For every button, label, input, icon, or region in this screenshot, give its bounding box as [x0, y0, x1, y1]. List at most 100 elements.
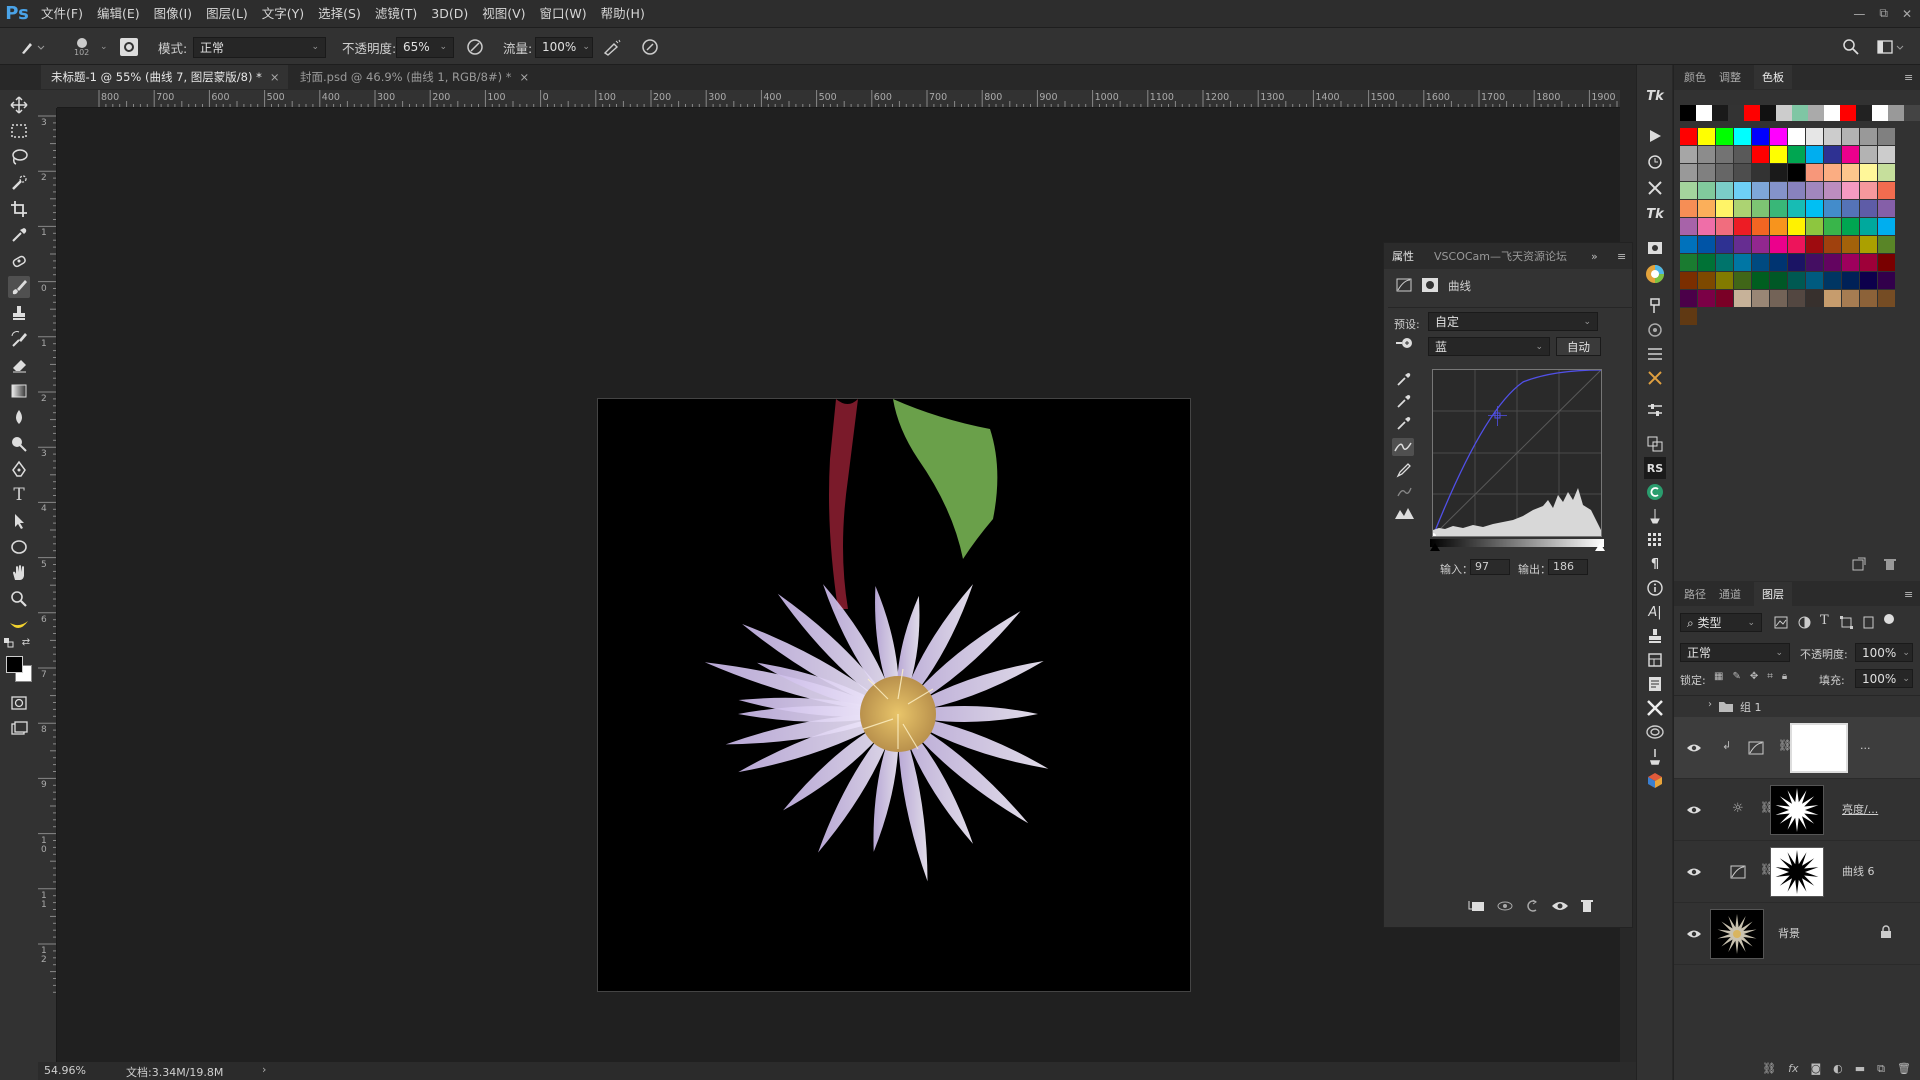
color-swatch[interactable] — [1712, 105, 1728, 121]
color-swatch[interactable] — [1770, 272, 1787, 289]
color-swatch[interactable] — [1752, 164, 1769, 181]
tab-properties[interactable]: 属性 — [1392, 243, 1414, 269]
color-swatch[interactable] — [1752, 218, 1769, 235]
layer-group-row[interactable]: › 组 1 — [1674, 695, 1920, 717]
clip-to-layer-icon[interactable] — [1468, 899, 1486, 916]
flow-input[interactable]: 100% ⌄ — [535, 36, 593, 58]
color-swatch[interactable] — [1860, 218, 1877, 235]
opacity-input[interactable]: 65% ⌄ — [396, 36, 454, 58]
color-swatch[interactable] — [1698, 290, 1715, 307]
color-swatch[interactable] — [1842, 290, 1859, 307]
color-swatch[interactable] — [1716, 146, 1733, 163]
color-swatch[interactable] — [1716, 290, 1733, 307]
ellipse-tool-icon[interactable] — [8, 536, 30, 558]
color-swatch[interactable] — [1788, 254, 1805, 271]
plugin-camera-icon[interactable] — [1644, 319, 1666, 341]
rs-plugin-icon[interactable]: RS — [1644, 457, 1666, 479]
color-swatch[interactable] — [1842, 128, 1859, 145]
document-canvas[interactable] — [597, 398, 1191, 992]
filter-type-icon[interactable]: T — [1820, 613, 1829, 628]
plugin-grid-icon[interactable] — [1644, 343, 1666, 365]
lock-pixels-brush-icon[interactable]: ✎ — [1732, 671, 1740, 682]
visibility-eye-icon[interactable] — [1686, 864, 1702, 880]
color-swatch[interactable] — [1860, 254, 1877, 271]
color-swatch[interactable] — [1788, 146, 1805, 163]
color-swatch[interactable] — [1770, 182, 1787, 199]
menu-window[interactable]: 窗口(W) — [533, 0, 594, 27]
color-swatch[interactable] — [1680, 254, 1697, 271]
mode-dropdown[interactable]: 正常 ⌄ — [193, 36, 326, 58]
color-swatch[interactable] — [1824, 105, 1840, 121]
layer-row-background[interactable]: 背景 — [1674, 903, 1920, 965]
black-input-slider[interactable] — [1430, 543, 1440, 551]
color-swatch[interactable] — [1734, 128, 1751, 145]
healing-brush-tool-icon[interactable] — [8, 250, 30, 272]
color-swatch[interactable] — [1734, 254, 1751, 271]
color-swatch[interactable] — [1824, 200, 1841, 217]
color-swatch[interactable] — [1860, 146, 1877, 163]
color-swatch[interactable] — [1842, 236, 1859, 253]
color-swatch[interactable] — [1770, 218, 1787, 235]
tab-color[interactable]: 颜色 — [1684, 65, 1706, 89]
tab-channels[interactable]: 通道 — [1719, 582, 1741, 606]
input-field[interactable]: 97 — [1470, 559, 1510, 575]
close-button[interactable]: ✕ — [1902, 7, 1912, 21]
chevron-right-icon[interactable]: › — [1708, 699, 1712, 710]
color-swatch[interactable] — [1698, 128, 1715, 145]
color-swatch[interactable] — [1770, 164, 1787, 181]
delete-adjustment-trash-icon[interactable] — [1580, 898, 1594, 916]
new-swatch-icon[interactable] — [1852, 557, 1866, 574]
color-swatch[interactable] — [1680, 164, 1697, 181]
color-swatch[interactable] — [1842, 164, 1859, 181]
filter-toggle-switch[interactable] — [1884, 614, 1894, 624]
color-swatch[interactable] — [1716, 254, 1733, 271]
color-swatch[interactable] — [1788, 272, 1805, 289]
minimize-button[interactable]: — — [1853, 7, 1865, 21]
color-swatch[interactable] — [1872, 105, 1888, 121]
clone-stamp-tool-icon[interactable] — [8, 302, 30, 324]
pressure-size-icon[interactable] — [641, 28, 659, 66]
menu-view[interactable]: 视图(V) — [475, 0, 532, 27]
color-swatch[interactable] — [1696, 105, 1712, 121]
color-swatch[interactable] — [1824, 254, 1841, 271]
auto-button[interactable]: 自动 — [1556, 337, 1601, 356]
color-swatch[interactable] — [1860, 290, 1877, 307]
tab-layers[interactable]: 图层 — [1754, 582, 1792, 606]
color-swatch[interactable] — [1716, 128, 1733, 145]
zoom-tool-icon[interactable] — [8, 588, 30, 610]
color-swatch[interactable] — [1752, 182, 1769, 199]
color-swatch[interactable] — [1752, 236, 1769, 253]
color-swatch[interactable] — [1752, 200, 1769, 217]
color-swatch[interactable] — [1860, 272, 1877, 289]
color-swatch[interactable] — [1842, 272, 1859, 289]
paragraph-icon[interactable]: ¶ — [1644, 553, 1666, 575]
search-icon[interactable] — [1842, 28, 1860, 66]
color-swatch[interactable] — [1806, 290, 1823, 307]
history-brush-tool-icon[interactable] — [8, 328, 30, 350]
plugin-spiral-icon[interactable] — [1644, 721, 1666, 743]
menu-type[interactable]: 文字(Y) — [255, 0, 311, 27]
airbrush-icon[interactable] — [602, 28, 622, 66]
color-swatch[interactable] — [1878, 218, 1895, 235]
color-swatch[interactable] — [1824, 218, 1841, 235]
color-swatch[interactable] — [1806, 128, 1823, 145]
status-menu-arrow-icon[interactable]: › — [262, 1063, 266, 1076]
color-swatch[interactable] — [1716, 164, 1733, 181]
clipping-warning-icon[interactable] — [1394, 506, 1416, 523]
panel-menu-icon[interactable]: ≡ — [1904, 582, 1913, 606]
color-swatch[interactable] — [1752, 290, 1769, 307]
filter-pixel-icon[interactable] — [1774, 616, 1788, 632]
color-swatch[interactable] — [1806, 164, 1823, 181]
sliders-icon[interactable] — [1644, 399, 1666, 421]
color-swatch[interactable] — [1752, 254, 1769, 271]
color-swatch[interactable] — [1792, 105, 1808, 121]
layer-mask-thumbnail[interactable] — [1790, 723, 1848, 773]
tk-panel-2-icon[interactable]: Tk — [1644, 203, 1666, 225]
color-swatch[interactable] — [1806, 254, 1823, 271]
new-adjustment-layer-icon[interactable]: ◐ — [1833, 1062, 1843, 1075]
type-tool-icon[interactable]: T — [8, 484, 30, 506]
plugin-figure-icon[interactable] — [1644, 745, 1666, 767]
color-swatch[interactable] — [1734, 218, 1751, 235]
tab-document-cover[interactable]: 封面.psd @ 46.9% (曲线 1, RGB/8#) * × — [290, 65, 539, 89]
move-tool-icon[interactable] — [8, 94, 30, 116]
